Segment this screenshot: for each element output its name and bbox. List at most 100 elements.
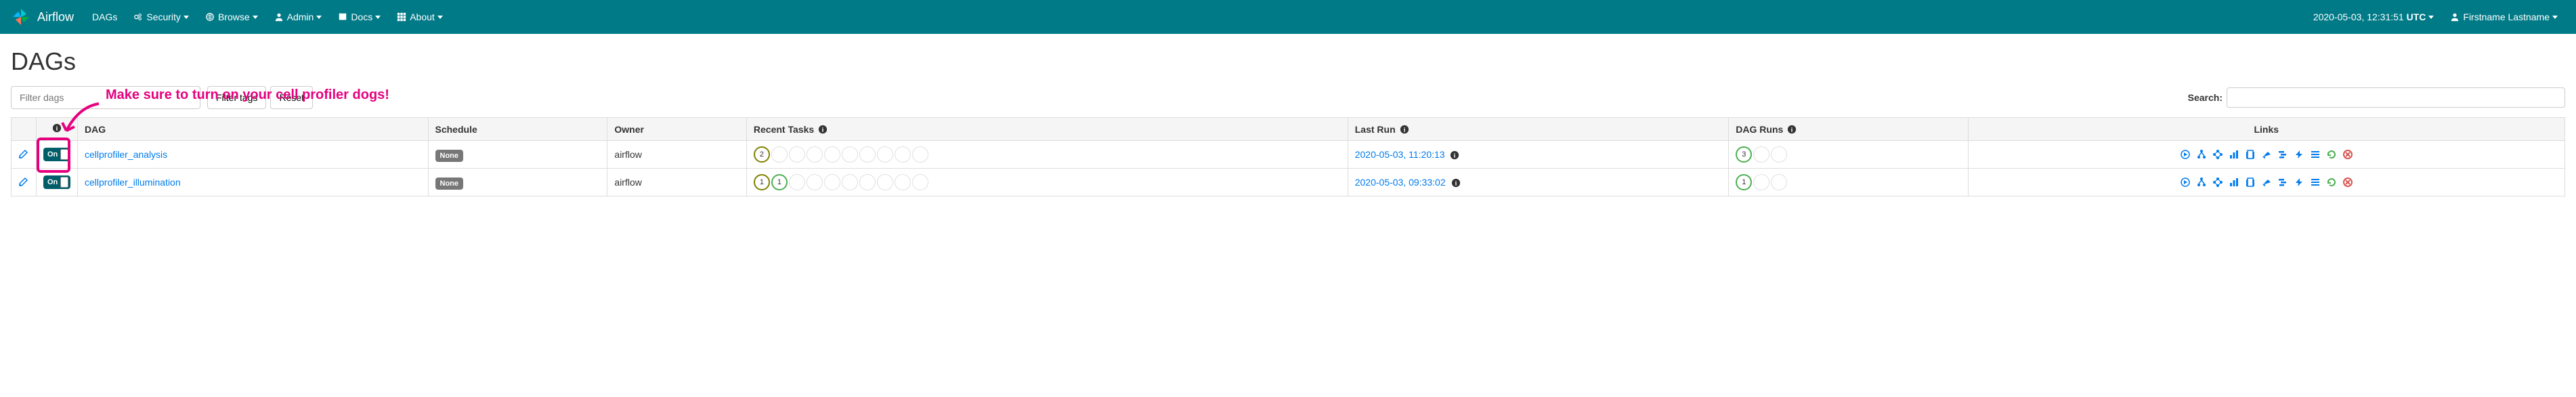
nav-docs[interactable]: Docs	[330, 0, 389, 34]
dag-toggle[interactable]: On	[43, 148, 70, 161]
col-dag-runs: DAG Runs i	[1729, 118, 1968, 141]
caret-down-icon	[437, 14, 443, 20]
graph-view-icon[interactable]	[2212, 149, 2223, 160]
code-icon[interactable]	[2294, 177, 2304, 188]
reset-button[interactable]: Reset	[270, 86, 313, 109]
toggle-knob	[60, 177, 68, 188]
landing-icon[interactable]	[2261, 177, 2272, 188]
task-circle[interactable]	[859, 174, 876, 190]
task-circle[interactable]	[789, 146, 805, 163]
nav-items: DAGs Security Browse Admin Docs About	[84, 0, 2305, 34]
filter-tags-button[interactable]: Filter tags	[207, 86, 266, 109]
edit-icon[interactable]	[18, 176, 29, 187]
col-owner[interactable]: Owner	[607, 118, 747, 141]
task-circle[interactable]	[895, 174, 911, 190]
task-circle[interactable]	[807, 146, 823, 163]
duration-icon[interactable]	[2229, 177, 2239, 188]
run-circle[interactable]	[1753, 146, 1769, 163]
run-circle[interactable]	[1753, 174, 1769, 190]
task-circle[interactable]	[824, 146, 840, 163]
nav-dags[interactable]: DAGs	[84, 0, 125, 34]
svg-text:i: i	[822, 126, 824, 133]
task-circle[interactable]	[912, 174, 928, 190]
delete-icon[interactable]	[2342, 177, 2353, 188]
gantt-icon[interactable]	[2277, 149, 2288, 160]
task-circle[interactable]	[877, 174, 893, 190]
dag-toggle[interactable]: On	[43, 175, 70, 189]
brand[interactable]: Airflow	[10, 6, 74, 28]
task-circle[interactable]	[859, 146, 876, 163]
globe-icon	[205, 12, 215, 22]
task-circle[interactable]	[789, 174, 805, 190]
delete-icon[interactable]	[2342, 149, 2353, 160]
logs-icon[interactable]	[2310, 177, 2321, 188]
col-info: i	[37, 118, 78, 141]
nav-admin[interactable]: Admin	[266, 0, 330, 34]
dag-name-link[interactable]: cellprofiler_analysis	[85, 149, 167, 160]
run-circle[interactable]: 1	[1736, 174, 1752, 190]
filter-dags-input[interactable]	[11, 86, 200, 109]
recent-tasks-circles: 1 1	[754, 174, 1341, 190]
dag-name-link[interactable]: cellprofiler_illumination	[85, 177, 181, 188]
book-icon	[338, 12, 347, 22]
links-wrap	[1975, 149, 2558, 160]
run-circle[interactable]	[1771, 146, 1787, 163]
trigger-icon[interactable]	[2180, 177, 2191, 188]
search-input[interactable]	[2227, 87, 2565, 108]
code-icon[interactable]	[2294, 149, 2304, 160]
schedule-badge[interactable]: None	[435, 177, 464, 190]
info-icon: i	[1451, 178, 1461, 188]
task-circle[interactable]	[771, 146, 788, 163]
user-menu[interactable]: Firstname Lastname	[2442, 0, 2566, 34]
tree-view-icon[interactable]	[2196, 149, 2207, 160]
task-circle[interactable]	[842, 174, 858, 190]
nav-browse[interactable]: Browse	[197, 0, 266, 34]
col-last-run[interactable]: Last Run i	[1348, 118, 1729, 141]
info-icon: i	[52, 123, 62, 133]
task-circle[interactable]	[912, 146, 928, 163]
run-circle[interactable]: 3	[1736, 146, 1752, 163]
task-circle[interactable]: 1	[754, 174, 770, 190]
trigger-icon[interactable]	[2180, 149, 2191, 160]
svg-text:i: i	[1791, 126, 1793, 133]
task-circle[interactable]: 2	[754, 146, 770, 163]
cogs-icon	[133, 12, 143, 22]
svg-text:i: i	[56, 125, 58, 133]
duration-icon[interactable]	[2229, 149, 2239, 160]
task-circle[interactable]	[842, 146, 858, 163]
logs-icon[interactable]	[2310, 149, 2321, 160]
graph-view-icon[interactable]	[2212, 177, 2223, 188]
refresh-icon[interactable]	[2326, 149, 2337, 160]
col-dag[interactable]: DAG	[78, 118, 429, 141]
grid-icon	[397, 12, 406, 22]
info-icon: i	[818, 125, 828, 134]
last-run-link[interactable]: 2020-05-03, 11:20:13	[1355, 149, 1445, 160]
task-circle[interactable]	[824, 174, 840, 190]
svg-text:i: i	[1403, 126, 1405, 133]
landing-icon[interactable]	[2261, 149, 2272, 160]
task-circle[interactable]	[807, 174, 823, 190]
links-wrap	[1975, 177, 2558, 188]
task-circle[interactable]	[877, 146, 893, 163]
tries-icon[interactable]	[2245, 177, 2256, 188]
refresh-icon[interactable]	[2326, 177, 2337, 188]
clock[interactable]: 2020-05-03, 12:31:51 UTC	[2305, 0, 2443, 34]
tries-icon[interactable]	[2245, 149, 2256, 160]
nav-security[interactable]: Security	[125, 0, 197, 34]
nav-about[interactable]: About	[389, 0, 451, 34]
tree-view-icon[interactable]	[2196, 177, 2207, 188]
nav-right: 2020-05-03, 12:31:51 UTC Firstname Lastn…	[2305, 0, 2566, 34]
toggle-label: On	[47, 178, 58, 186]
task-circle[interactable]	[895, 146, 911, 163]
last-run-link[interactable]: 2020-05-03, 09:33:02	[1355, 177, 1446, 188]
page-title: DAGs	[11, 47, 2565, 76]
run-circle[interactable]	[1771, 174, 1787, 190]
schedule-badge[interactable]: None	[435, 150, 464, 162]
caret-down-icon	[2428, 14, 2434, 20]
caret-down-icon	[253, 14, 258, 20]
edit-icon[interactable]	[18, 148, 29, 159]
caret-down-icon	[184, 14, 189, 20]
gantt-icon[interactable]	[2277, 177, 2288, 188]
col-schedule[interactable]: Schedule	[428, 118, 607, 141]
task-circle[interactable]: 1	[771, 174, 788, 190]
